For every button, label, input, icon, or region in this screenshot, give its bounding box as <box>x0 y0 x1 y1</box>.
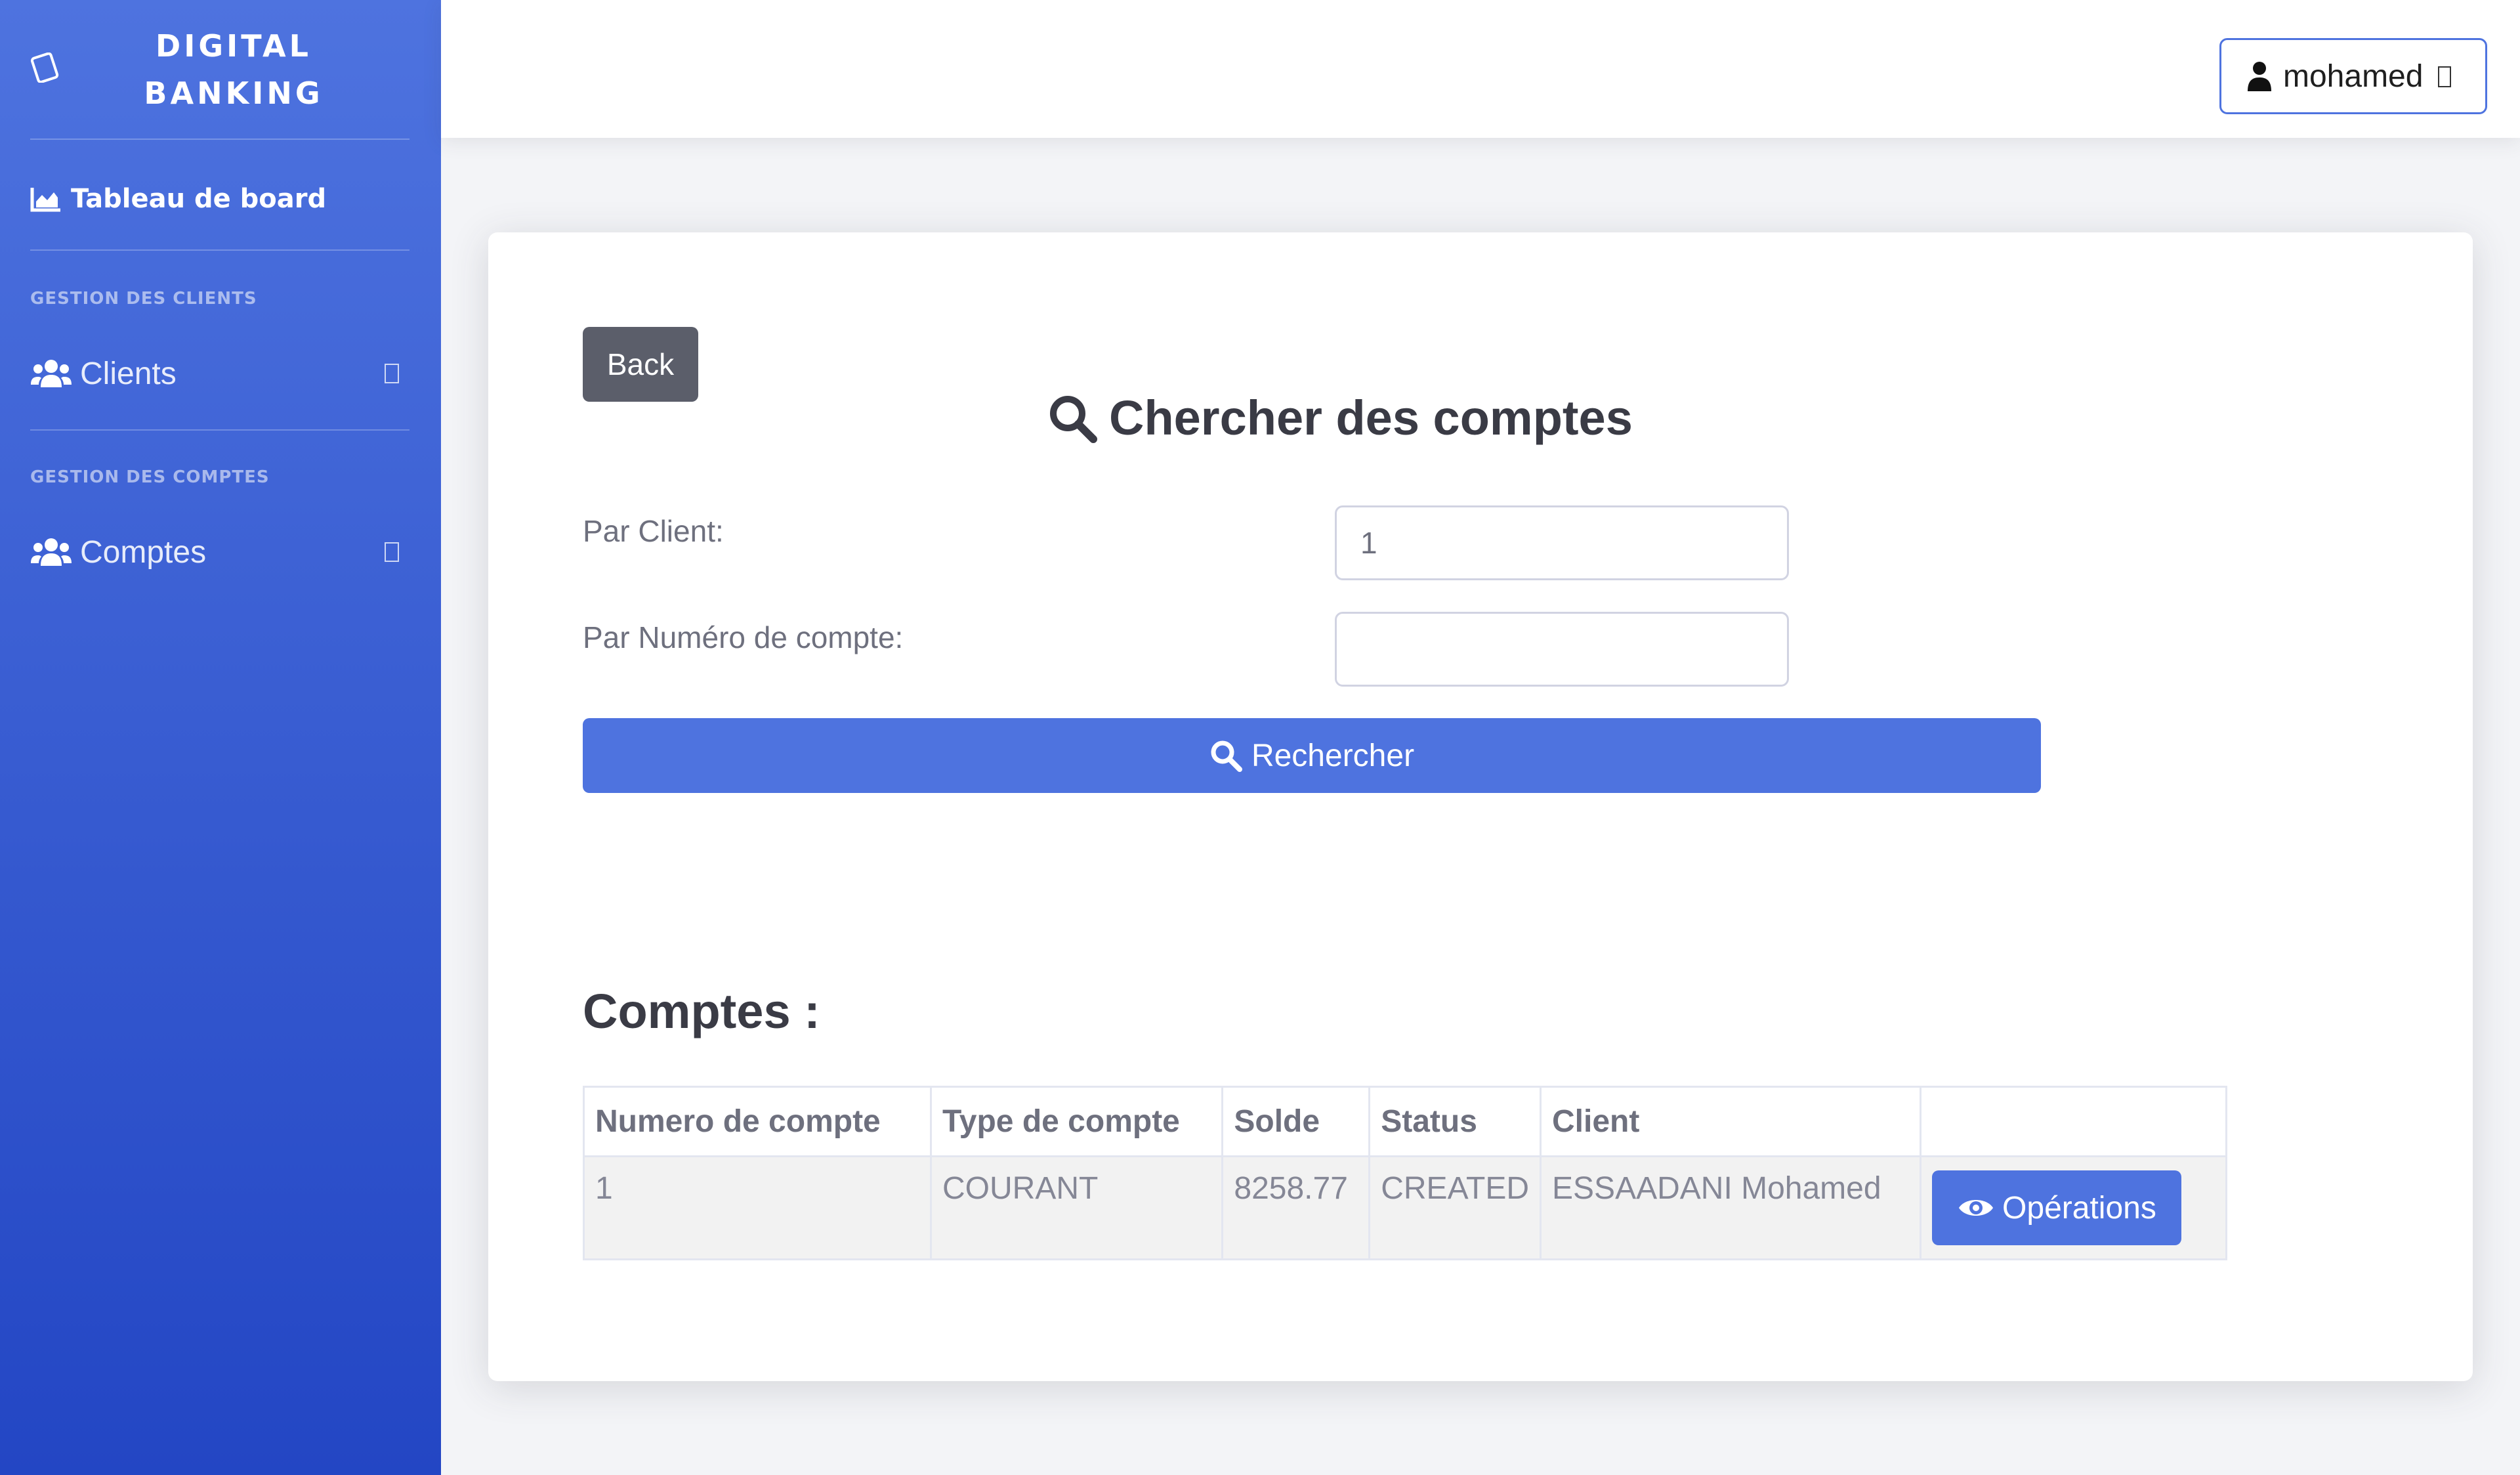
tablet-icon <box>30 53 59 83</box>
table-row: 1 COURANT 8258.77 CREATED ESSAADANI Moha… <box>582 1155 2227 1260</box>
table-header-row: Numero de compte Type de compte Solde St… <box>582 1086 2227 1157</box>
operations-button[interactable]: Opérations <box>1932 1170 2182 1245</box>
column-header: Client <box>1540 1086 1922 1157</box>
account-number-label: Par Numéro de compte: <box>583 620 904 654</box>
balance-cell: 8258.77 <box>1221 1155 1371 1260</box>
column-header: Numero de compte <box>582 1086 933 1157</box>
users-icon <box>31 360 72 387</box>
sidebar-item-comptes[interactable]: Comptes <box>30 528 410 576</box>
back-button[interactable]: Back <box>583 327 698 402</box>
column-header: Solde <box>1221 1086 1371 1157</box>
status-cell: CREATED <box>1368 1155 1542 1260</box>
accounts-table: Numero de compte Type de compte Solde St… <box>582 1086 2227 1260</box>
chart-area-icon <box>30 188 60 212</box>
operations-button-label: Opérations <box>2002 1190 2156 1226</box>
search-icon <box>1050 395 1097 443</box>
brand[interactable]: DIGITAL BANKING <box>0 0 441 139</box>
chevron-icon <box>385 364 399 383</box>
sidebar-divider <box>30 139 410 140</box>
user-name: mohamed <box>2283 58 2424 94</box>
column-header: Type de compte <box>930 1086 1224 1157</box>
sidebar-heading-comptes: GESTION DES COMPTES <box>30 467 270 487</box>
sidebar: DIGITAL BANKING Tableau de board GESTION… <box>0 0 441 1475</box>
actions-cell: Opérations <box>1920 1155 2227 1260</box>
sidebar-item-dashboard[interactable]: Tableau de board <box>30 176 326 222</box>
user-icon <box>2248 62 2271 91</box>
search-card: Back Chercher des comptes Par Client: Pa… <box>488 232 2473 1381</box>
client-input[interactable] <box>1335 505 1789 580</box>
account-number-cell: 1 <box>582 1155 933 1260</box>
sidebar-item-label: Comptes <box>80 534 207 570</box>
chevron-icon <box>385 542 399 562</box>
client-label: Par Client: <box>583 514 724 548</box>
search-button[interactable]: Rechercher <box>583 718 2041 793</box>
results-title: Comptes : <box>583 984 820 1038</box>
sidebar-item-label: Tableau de board <box>71 184 327 214</box>
account-number-input[interactable] <box>1335 612 1789 687</box>
search-button-label: Rechercher <box>1251 738 1415 773</box>
chevron-down-icon <box>2438 66 2451 87</box>
user-menu-button[interactable]: mohamed <box>2219 38 2487 114</box>
sidebar-item-clients[interactable]: Clients <box>30 349 410 398</box>
eye-icon <box>1959 1200 1994 1216</box>
sidebar-item-label: Clients <box>80 356 177 391</box>
search-icon <box>1211 740 1242 772</box>
topbar: mohamed <box>441 0 2520 138</box>
client-cell: ESSAADANI Mohamed <box>1540 1155 1922 1260</box>
sidebar-heading-clients: GESTION DES CLIENTS <box>30 289 257 309</box>
account-type-cell: COURANT <box>930 1155 1224 1260</box>
users-icon <box>31 538 72 566</box>
page-title-text: Chercher des comptes <box>1109 391 1633 445</box>
sidebar-divider <box>30 429 410 431</box>
column-header: Status <box>1368 1086 1542 1157</box>
brand-name: DIGITAL BANKING <box>144 28 324 111</box>
column-header <box>1920 1086 2227 1157</box>
sidebar-divider <box>30 249 410 251</box>
page-title: Chercher des comptes <box>1047 390 1633 446</box>
